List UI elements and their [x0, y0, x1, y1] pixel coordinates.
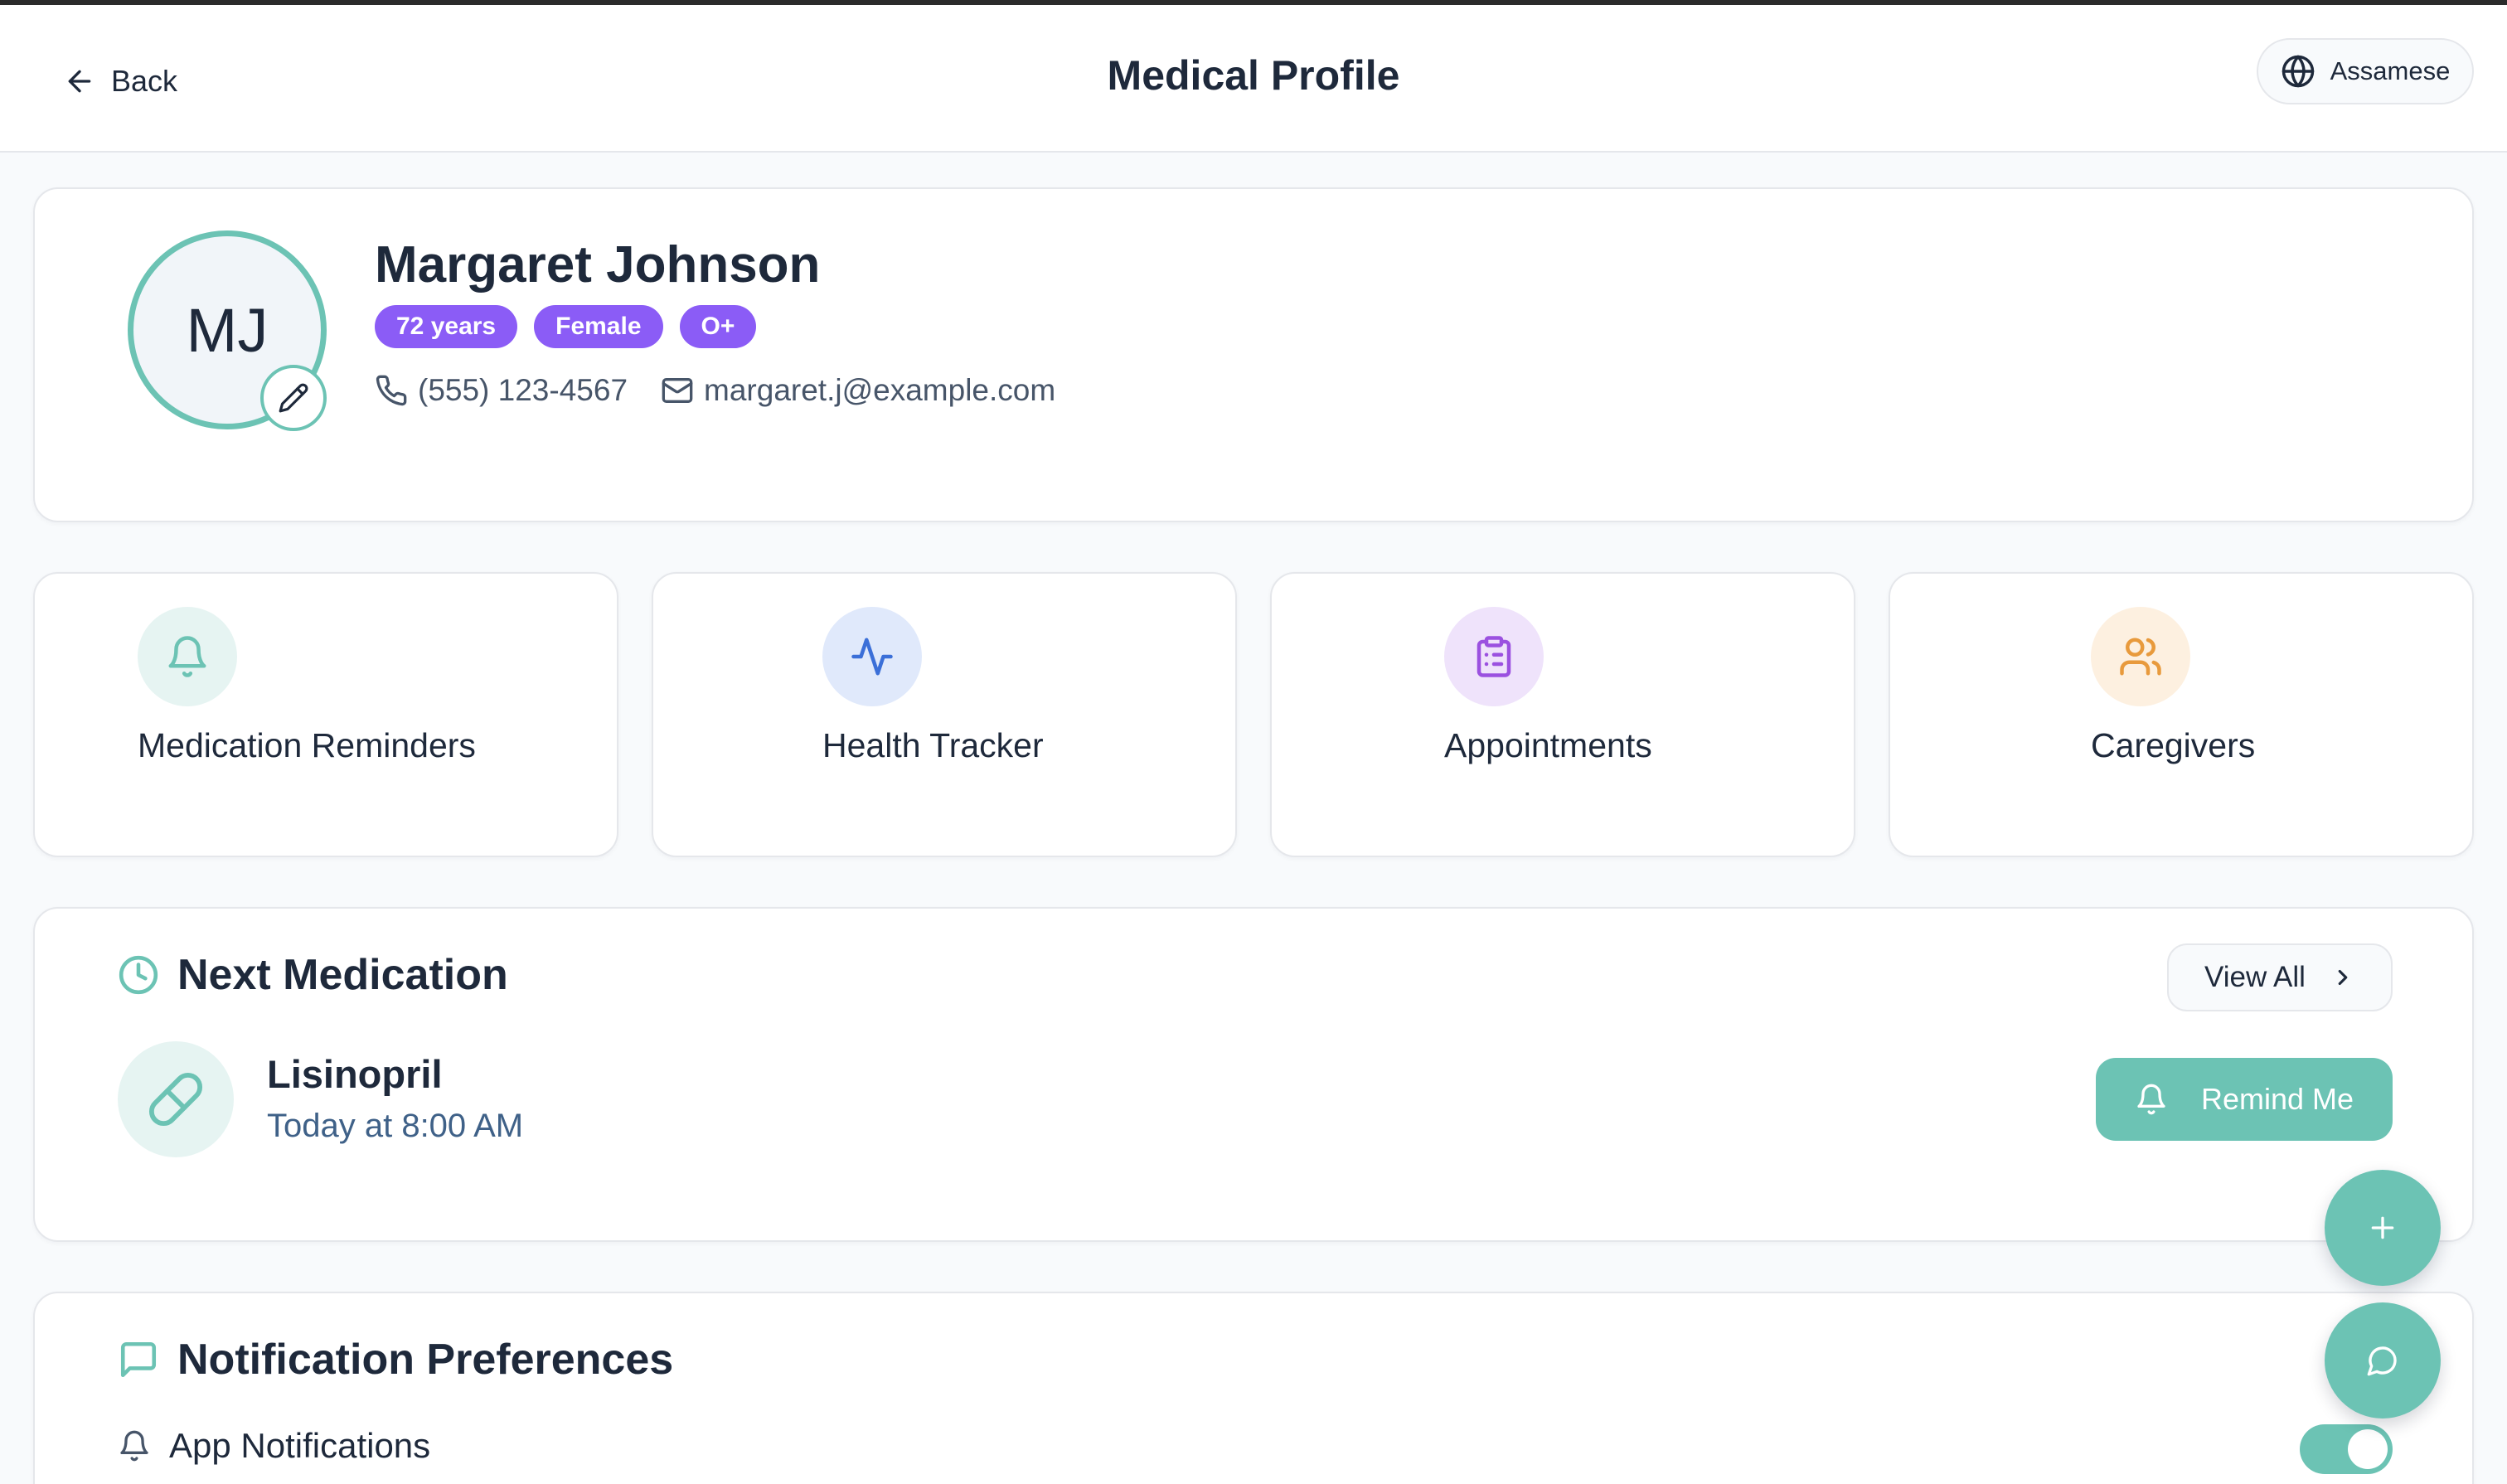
medication-name: Lisinopril — [267, 1052, 443, 1096]
feature-icon-wrapper — [138, 607, 237, 706]
edit-avatar-button[interactable] — [260, 365, 327, 431]
gender-badge: Female — [534, 305, 663, 348]
globe-icon — [2282, 55, 2314, 88]
feature-label: Health Tracker — [822, 726, 1044, 764]
email-address: margaret.j@example.com — [704, 373, 1056, 407]
app-notifications-row: App Notifications — [118, 1426, 430, 1466]
next-medication-heading: Next Medication — [118, 950, 508, 1000]
bell-icon — [168, 636, 206, 677]
pill-icon — [148, 1072, 203, 1127]
remind-me-label: Remind Me — [2200, 1082, 2354, 1116]
feature-icon-wrapper — [822, 607, 922, 706]
feature-card-caregivers[interactable]: Caregivers — [1889, 572, 2474, 857]
next-medication-card: Next Medication View All Lisinopril Toda… — [33, 907, 2474, 1242]
plus-icon — [2371, 1216, 2394, 1239]
feature-label: Medication Reminders — [138, 726, 476, 764]
language-label: Assamese — [2330, 56, 2451, 85]
remind-me-button[interactable]: Remind Me — [2096, 1058, 2393, 1141]
feature-icon-wrapper — [2091, 607, 2190, 706]
medication-time: Today at 8:00 AM — [267, 1108, 524, 1144]
blood-type-badge: O+ — [679, 305, 757, 348]
app-notifications-label: App Notifications — [169, 1426, 431, 1465]
bell-icon — [120, 1430, 148, 1462]
bell-icon — [2137, 1084, 2165, 1115]
feature-label: Appointments — [1444, 726, 1652, 764]
phone-number: (555) 123-4567 — [418, 373, 628, 407]
message-circle-icon — [2367, 1346, 2397, 1376]
phone-contact[interactable]: (555) 123-4567 — [375, 373, 628, 408]
age-badge: 72 years — [375, 305, 518, 348]
pencil-icon — [279, 383, 308, 413]
feature-card-medication-reminders[interactable]: Medication Reminders — [33, 572, 618, 857]
chevron-right-icon — [2338, 969, 2348, 986]
users-icon — [2120, 638, 2161, 676]
view-all-button[interactable]: View All — [2167, 943, 2393, 1011]
phone-icon — [376, 375, 407, 406]
message-square-icon — [120, 1341, 157, 1378]
mail-icon — [662, 378, 693, 403]
add-fab-button[interactable] — [2325, 1170, 2441, 1286]
feature-icon-wrapper — [1444, 607, 1544, 706]
next-medication-title: Next Medication — [177, 951, 508, 999]
page-title: Medical Profile — [1107, 52, 1400, 99]
email-contact[interactable]: margaret.j@example.com — [661, 373, 1055, 408]
notification-preferences-title: Notification Preferences — [177, 1336, 674, 1384]
profile-badges: 72 years Female O+ — [375, 305, 757, 348]
app-notifications-toggle[interactable] — [2300, 1424, 2393, 1474]
profile-card: MJ Margaret Johnson 72 years Female O+ (… — [33, 187, 2474, 522]
medication-icon-wrapper — [118, 1041, 234, 1157]
feature-label: Caregivers — [2091, 726, 2256, 764]
notification-preferences-card: Notification Preferences App Notificatio… — [33, 1292, 2474, 1484]
profile-name: Margaret Johnson — [375, 236, 821, 293]
app-header: Back Medical Profile Assamese — [0, 5, 2507, 153]
language-selector[interactable]: Assamese — [2257, 38, 2474, 104]
clipboard-icon — [1477, 636, 1511, 677]
notification-preferences-heading: Notification Preferences — [118, 1335, 673, 1385]
feature-card-appointments[interactable]: Appointments — [1270, 572, 1855, 857]
toggle-knob — [2348, 1429, 2388, 1469]
clock-icon — [119, 955, 158, 995]
contact-info: (555) 123-4567 margaret.j@example.com — [375, 373, 1055, 408]
avatar-initials: MJ — [186, 295, 269, 365]
activity-icon — [851, 638, 893, 676]
chat-fab-button[interactable] — [2325, 1302, 2441, 1419]
view-all-label: View All — [2204, 961, 2306, 993]
feature-card-health-tracker[interactable]: Health Tracker — [652, 572, 1237, 857]
